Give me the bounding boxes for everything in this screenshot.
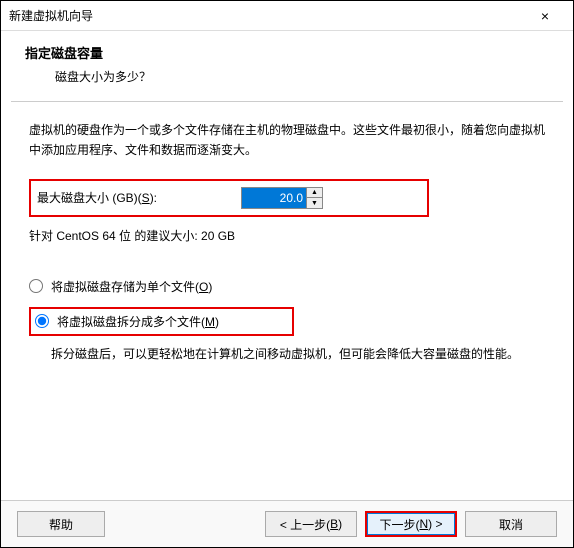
wizard-header: 指定磁盘容量 磁盘大小为多少？ [1, 31, 573, 101]
radio-single-file-label: 将虚拟磁盘存储为单个文件(O) [51, 278, 212, 295]
description-text: 虚拟机的硬盘作为一个或多个文件存储在主机的物理磁盘中。这些文件最初很小，随着您向… [29, 120, 545, 161]
footer: 帮助 < 上一步(B) 下一步(N) > 取消 [1, 500, 573, 547]
radio-split-files-input[interactable] [35, 314, 49, 328]
spinner-buttons: ▲ ▼ [306, 188, 322, 208]
disk-size-label: 最大磁盘大小 (GB)(S): [37, 189, 237, 206]
spinner-down-icon[interactable]: ▼ [307, 198, 322, 208]
close-button[interactable]: × [525, 2, 565, 30]
radio-split-files[interactable]: 将虚拟磁盘拆分成多个文件(M) [29, 307, 294, 336]
spinner-up-icon[interactable]: ▲ [307, 188, 322, 199]
help-button[interactable]: 帮助 [17, 511, 105, 537]
window-title: 新建虚拟机向导 [9, 7, 525, 24]
page-title: 指定磁盘容量 [25, 43, 549, 62]
recommendation-text: 针对 CentOS 64 位 的建议大小: 20 GB [29, 227, 545, 244]
radio-single-file[interactable]: 将虚拟磁盘存储为单个文件(O) [29, 274, 545, 299]
disk-size-row: 最大磁盘大小 (GB)(S): ▲ ▼ [29, 179, 429, 217]
titlebar: 新建虚拟机向导 × [1, 1, 573, 31]
disk-size-spinner[interactable]: ▲ ▼ [241, 187, 323, 209]
radio-group: 将虚拟磁盘存储为单个文件(O) 将虚拟磁盘拆分成多个文件(M) 拆分磁盘后，可以… [29, 274, 545, 364]
radio-single-file-input[interactable] [29, 279, 43, 293]
disk-size-input[interactable] [242, 188, 306, 208]
next-button[interactable]: 下一步(N) > [365, 511, 457, 537]
radio-split-files-label: 将虚拟磁盘拆分成多个文件(M) [57, 313, 219, 330]
content-area: 虚拟机的硬盘作为一个或多个文件存储在主机的物理磁盘中。这些文件最初很小，随着您向… [1, 102, 573, 384]
cancel-button[interactable]: 取消 [465, 511, 557, 537]
close-icon: × [541, 8, 549, 24]
page-subtitle: 磁盘大小为多少？ [25, 68, 549, 85]
split-description: 拆分磁盘后，可以更轻松地在计算机之间移动虚拟机，但可能会降低大容量磁盘的性能。 [29, 344, 545, 364]
back-button[interactable]: < 上一步(B) [265, 511, 357, 537]
